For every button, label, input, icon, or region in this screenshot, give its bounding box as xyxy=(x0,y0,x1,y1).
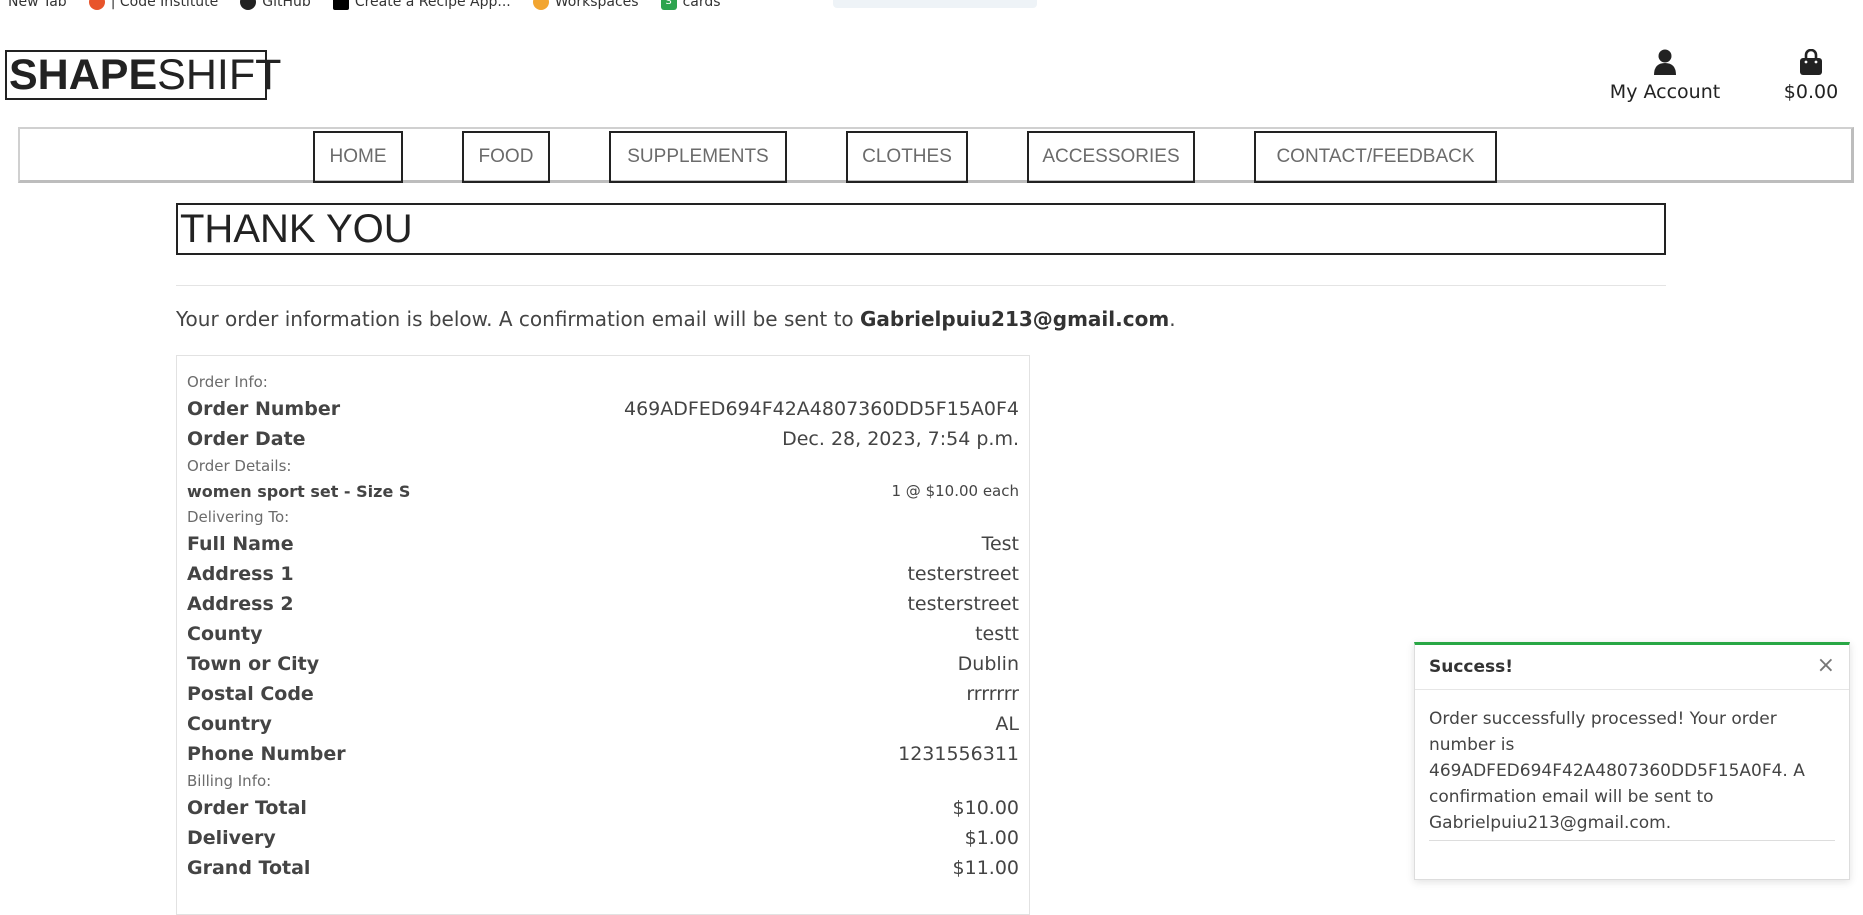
order-item-row: women sport set - Size S 1 @ $10.00 each xyxy=(187,478,1019,505)
order-date-value: Dec. 28, 2023, 7:54 p.m. xyxy=(782,428,1019,450)
billing-value: $11.00 xyxy=(952,857,1019,879)
delivery-label: County xyxy=(187,623,263,645)
delivery-label: Full Name xyxy=(187,533,294,555)
cart-total: $0.00 xyxy=(1783,81,1839,103)
delivery-row: Postal Code rrrrrrr xyxy=(187,679,1019,709)
delivery-row: Address 2 testerstreet xyxy=(187,589,1019,619)
bookmark-label: New Tab xyxy=(8,0,67,10)
delivery-value: testerstreet xyxy=(907,593,1019,615)
item-name: women sport set - Size S xyxy=(187,482,411,501)
delivery-value: testerstreet xyxy=(907,563,1019,585)
order-summary-card: Order Info: Order Number 469ADFED694F42A… xyxy=(176,355,1030,915)
workspaces-icon xyxy=(532,0,549,10)
bookmark-cards[interactable]: S cards xyxy=(660,0,721,10)
order-info-heading: Order Info: xyxy=(187,373,268,391)
delivery-label: Town or City xyxy=(187,653,320,675)
my-account-label: My Account xyxy=(1609,81,1721,103)
cards-icon: S xyxy=(660,0,677,10)
main-nav: HOME FOOD SUPPLEMENTS CLOTHES ACCESSORIE… xyxy=(18,127,1854,183)
delivery-value: Dublin xyxy=(957,653,1019,675)
delivery-value: testt xyxy=(975,623,1019,645)
bookmark-code-institute[interactable]: | Code Institute xyxy=(88,0,219,10)
intro-message: Your order information is below. A confi… xyxy=(176,307,861,331)
bookmark-workspaces[interactable]: Workspaces xyxy=(532,0,639,10)
order-number-value: 469ADFED694F42A4807360DD5F15A0F4 xyxy=(623,398,1019,420)
toast-header: Success! × xyxy=(1415,645,1849,690)
billing-row: Order Total $10.00 xyxy=(187,793,1019,823)
billing-row: Delivery $1.00 xyxy=(187,823,1019,853)
billing-label: Delivery xyxy=(187,827,276,849)
bookmarks-bar: New Tab | Code Institute GitHub Create a… xyxy=(0,0,743,12)
bookmark-label: Workspaces xyxy=(554,0,639,10)
nav-contact-feedback[interactable]: CONTACT/FEEDBACK xyxy=(1254,131,1497,183)
toast-divider xyxy=(1429,840,1835,841)
order-details-heading: Order Details: xyxy=(187,457,292,475)
address-bar-fragment xyxy=(833,0,1037,8)
user-icon xyxy=(1654,49,1676,75)
delivery-label: Address 2 xyxy=(187,593,294,615)
close-icon[interactable]: × xyxy=(1817,653,1835,678)
brand-logo[interactable]: SHAPE SHIFT xyxy=(5,50,281,100)
billing-label: Order Total xyxy=(187,797,307,819)
brand-bold: SHAPE xyxy=(9,50,158,99)
billing-value: $1.00 xyxy=(964,827,1019,849)
order-number-row: Order Number 469ADFED694F42A4807360DD5F1… xyxy=(187,394,1019,424)
nav-clothes[interactable]: CLOTHES xyxy=(846,131,968,183)
billing-row: Grand Total $11.00 xyxy=(187,853,1019,883)
confirmation-email: Gabrielpuiu213@gmail.com xyxy=(860,307,1170,331)
delivery-value: Test xyxy=(981,533,1019,555)
nav-supplements[interactable]: SUPPLEMENTS xyxy=(609,131,787,183)
intro-end: . xyxy=(1169,307,1176,331)
billing-label: Grand Total xyxy=(187,857,311,879)
item-quantity-price: 1 @ $10.00 each xyxy=(891,482,1019,500)
delivery-row: Full Name Test xyxy=(187,529,1019,559)
delivery-row: Address 1 testerstreet xyxy=(187,559,1019,589)
delivery-value: rrrrrrr xyxy=(966,683,1019,705)
bookmark-new-tab[interactable]: New Tab xyxy=(8,0,67,10)
delivery-value: AL xyxy=(995,713,1019,735)
order-date-row: Order Date Dec. 28, 2023, 7:54 p.m. xyxy=(187,424,1019,454)
toast-title: Success! xyxy=(1429,657,1514,677)
bookmark-label: GitHub xyxy=(262,0,311,10)
shopping-bag-icon xyxy=(1800,49,1822,75)
intro-text: Your order information is below. A confi… xyxy=(176,307,1176,331)
code-institute-icon xyxy=(88,0,105,10)
delivering-to-heading: Delivering To: xyxy=(187,508,290,526)
success-toast: Success! × Order successfully processed!… xyxy=(1414,642,1850,880)
delivery-label: Country xyxy=(187,713,272,735)
bookmark-label: cards xyxy=(682,0,721,10)
toast-message: Order successfully processed! Your order… xyxy=(1429,709,1805,833)
nav-accessories[interactable]: ACCESSORIES xyxy=(1027,131,1195,183)
brand-light: SHIFT xyxy=(157,50,282,99)
my-account-link[interactable]: My Account xyxy=(1600,47,1730,103)
bookmark-label: Create a Recipe App... xyxy=(354,0,511,10)
github-icon xyxy=(240,0,257,10)
delivery-row: Phone Number 1231556311 xyxy=(187,739,1019,769)
delivery-label: Address 1 xyxy=(187,563,294,585)
billing-value: $10.00 xyxy=(952,797,1019,819)
delivery-value: 1231556311 xyxy=(898,743,1019,765)
dev-icon xyxy=(332,0,349,10)
nav-home[interactable]: HOME xyxy=(313,131,403,183)
nav-food[interactable]: FOOD xyxy=(462,131,550,183)
order-date-label: Order Date xyxy=(187,428,306,450)
delivery-row: Country AL xyxy=(187,709,1019,739)
bookmark-github[interactable]: GitHub xyxy=(240,0,311,10)
shopping-bag-link[interactable]: $0.00 xyxy=(1775,47,1847,103)
page-title: THANK YOU xyxy=(176,203,1666,255)
divider xyxy=(176,285,1666,286)
bookmark-label: | Code Institute xyxy=(110,0,219,10)
bookmark-recipe-app[interactable]: Create a Recipe App... xyxy=(332,0,511,10)
order-number-label: Order Number xyxy=(187,398,341,420)
delivery-row: Town or City Dublin xyxy=(187,649,1019,679)
delivery-label: Phone Number xyxy=(187,743,346,765)
delivery-row: County testt xyxy=(187,619,1019,649)
delivery-label: Postal Code xyxy=(187,683,314,705)
billing-info-heading: Billing Info: xyxy=(187,772,272,790)
